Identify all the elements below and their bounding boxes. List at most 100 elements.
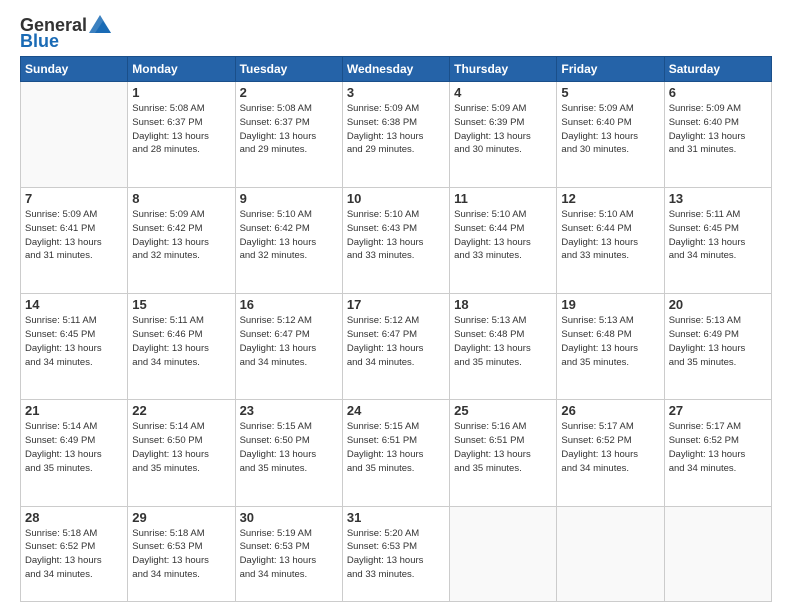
- day-number: 29: [132, 510, 230, 525]
- calendar-week-row: 28 Sunrise: 5:18 AM Sunset: 6:52 PM Dayli…: [21, 506, 772, 601]
- calendar-cell: 20 Sunrise: 5:13 AM Sunset: 6:49 PM Dayli…: [664, 294, 771, 400]
- day-info: Sunrise: 5:15 AM Sunset: 6:50 PM Dayligh…: [240, 420, 338, 475]
- day-info: Sunrise: 5:10 AM Sunset: 6:44 PM Dayligh…: [561, 208, 659, 263]
- calendar-cell: 27 Sunrise: 5:17 AM Sunset: 6:52 PM Dayli…: [664, 400, 771, 506]
- calendar-cell: 21 Sunrise: 5:14 AM Sunset: 6:49 PM Dayli…: [21, 400, 128, 506]
- day-number: 16: [240, 297, 338, 312]
- logo-icon: [89, 15, 111, 33]
- day-info: Sunrise: 5:09 AM Sunset: 6:42 PM Dayligh…: [132, 208, 230, 263]
- day-number: 12: [561, 191, 659, 206]
- day-info: Sunrise: 5:11 AM Sunset: 6:45 PM Dayligh…: [669, 208, 767, 263]
- day-number: 7: [25, 191, 123, 206]
- day-number: 15: [132, 297, 230, 312]
- day-info: Sunrise: 5:18 AM Sunset: 6:52 PM Dayligh…: [25, 527, 123, 582]
- day-info: Sunrise: 5:14 AM Sunset: 6:49 PM Dayligh…: [25, 420, 123, 475]
- calendar-cell: 30Sunrise: 5:19 AM Sunset: 6:53 PM Dayli…: [235, 506, 342, 601]
- page: General Blue SundayMondayTuesdayWednesda…: [0, 0, 792, 612]
- calendar-cell: 28 Sunrise: 5:18 AM Sunset: 6:52 PM Dayli…: [21, 506, 128, 601]
- day-number: 17: [347, 297, 445, 312]
- calendar-cell: 15 Sunrise: 5:11 AM Sunset: 6:46 PM Dayli…: [128, 294, 235, 400]
- day-number: 18: [454, 297, 552, 312]
- day-number: 23: [240, 403, 338, 418]
- day-header-wednesday: Wednesday: [342, 57, 449, 82]
- calendar-cell: 22 Sunrise: 5:14 AM Sunset: 6:50 PM Dayli…: [128, 400, 235, 506]
- day-info: Sunrise: 5:10 AM Sunset: 6:42 PM Dayligh…: [240, 208, 338, 263]
- logo: General Blue: [20, 16, 111, 50]
- day-number: 30: [240, 510, 338, 525]
- calendar-table: SundayMondayTuesdayWednesdayThursdayFrid…: [20, 56, 772, 602]
- day-info: Sunrise: 5:14 AM Sunset: 6:50 PM Dayligh…: [132, 420, 230, 475]
- calendar-cell: 31 Sunrise: 5:20 AM Sunset: 6:53 PM Dayli…: [342, 506, 449, 601]
- calendar-cell: 4 Sunrise: 5:09 AM Sunset: 6:39 PM Daylig…: [450, 82, 557, 188]
- calendar-cell: 2Sunrise: 5:08 AM Sunset: 6:37 PM Daylig…: [235, 82, 342, 188]
- day-info: Sunrise: 5:11 AM Sunset: 6:46 PM Dayligh…: [132, 314, 230, 369]
- day-number: 5: [561, 85, 659, 100]
- calendar-cell: 18Sunrise: 5:13 AM Sunset: 6:48 PM Dayli…: [450, 294, 557, 400]
- calendar-cell: [450, 506, 557, 601]
- day-info: Sunrise: 5:08 AM Sunset: 6:37 PM Dayligh…: [240, 102, 338, 157]
- day-info: Sunrise: 5:09 AM Sunset: 6:41 PM Dayligh…: [25, 208, 123, 263]
- calendar-cell: 26Sunrise: 5:17 AM Sunset: 6:52 PM Dayli…: [557, 400, 664, 506]
- day-info: Sunrise: 5:09 AM Sunset: 6:38 PM Dayligh…: [347, 102, 445, 157]
- calendar-cell: 25 Sunrise: 5:16 AM Sunset: 6:51 PM Dayli…: [450, 400, 557, 506]
- calendar-cell: 17Sunrise: 5:12 AM Sunset: 6:47 PM Dayli…: [342, 294, 449, 400]
- calendar-week-row: 7 Sunrise: 5:09 AM Sunset: 6:41 PM Daylig…: [21, 188, 772, 294]
- calendar-cell: 29 Sunrise: 5:18 AM Sunset: 6:53 PM Dayli…: [128, 506, 235, 601]
- calendar-cell: 12 Sunrise: 5:10 AM Sunset: 6:44 PM Dayli…: [557, 188, 664, 294]
- day-number: 31: [347, 510, 445, 525]
- logo-blue-text: Blue: [20, 32, 59, 50]
- calendar-cell: 24Sunrise: 5:15 AM Sunset: 6:51 PM Dayli…: [342, 400, 449, 506]
- calendar-cell: 11 Sunrise: 5:10 AM Sunset: 6:44 PM Dayli…: [450, 188, 557, 294]
- calendar-cell: 10 Sunrise: 5:10 AM Sunset: 6:43 PM Dayli…: [342, 188, 449, 294]
- calendar-cell: 19Sunrise: 5:13 AM Sunset: 6:48 PM Dayli…: [557, 294, 664, 400]
- day-header-saturday: Saturday: [664, 57, 771, 82]
- calendar-cell: [664, 506, 771, 601]
- day-number: 19: [561, 297, 659, 312]
- day-number: 22: [132, 403, 230, 418]
- day-number: 4: [454, 85, 552, 100]
- day-number: 25: [454, 403, 552, 418]
- day-info: Sunrise: 5:11 AM Sunset: 6:45 PM Dayligh…: [25, 314, 123, 369]
- day-number: 10: [347, 191, 445, 206]
- calendar-cell: [557, 506, 664, 601]
- header: General Blue: [20, 16, 772, 50]
- calendar-cell: 13Sunrise: 5:11 AM Sunset: 6:45 PM Dayli…: [664, 188, 771, 294]
- day-number: 20: [669, 297, 767, 312]
- day-info: Sunrise: 5:08 AM Sunset: 6:37 PM Dayligh…: [132, 102, 230, 157]
- day-info: Sunrise: 5:16 AM Sunset: 6:51 PM Dayligh…: [454, 420, 552, 475]
- day-info: Sunrise: 5:18 AM Sunset: 6:53 PM Dayligh…: [132, 527, 230, 582]
- calendar-week-row: 1Sunrise: 5:08 AM Sunset: 6:37 PM Daylig…: [21, 82, 772, 188]
- day-info: Sunrise: 5:10 AM Sunset: 6:43 PM Dayligh…: [347, 208, 445, 263]
- day-number: 27: [669, 403, 767, 418]
- day-info: Sunrise: 5:09 AM Sunset: 6:39 PM Dayligh…: [454, 102, 552, 157]
- day-info: Sunrise: 5:20 AM Sunset: 6:53 PM Dayligh…: [347, 527, 445, 582]
- calendar-cell: 1Sunrise: 5:08 AM Sunset: 6:37 PM Daylig…: [128, 82, 235, 188]
- calendar-cell: 9 Sunrise: 5:10 AM Sunset: 6:42 PM Daylig…: [235, 188, 342, 294]
- calendar-cell: 23 Sunrise: 5:15 AM Sunset: 6:50 PM Dayli…: [235, 400, 342, 506]
- day-number: 28: [25, 510, 123, 525]
- day-number: 11: [454, 191, 552, 206]
- calendar-cell: 5 Sunrise: 5:09 AM Sunset: 6:40 PM Daylig…: [557, 82, 664, 188]
- calendar-week-row: 14 Sunrise: 5:11 AM Sunset: 6:45 PM Dayli…: [21, 294, 772, 400]
- day-info: Sunrise: 5:13 AM Sunset: 6:49 PM Dayligh…: [669, 314, 767, 369]
- day-info: Sunrise: 5:15 AM Sunset: 6:51 PM Dayligh…: [347, 420, 445, 475]
- calendar-header-row: SundayMondayTuesdayWednesdayThursdayFrid…: [21, 57, 772, 82]
- calendar-cell: 14 Sunrise: 5:11 AM Sunset: 6:45 PM Dayli…: [21, 294, 128, 400]
- day-info: Sunrise: 5:09 AM Sunset: 6:40 PM Dayligh…: [561, 102, 659, 157]
- day-number: 14: [25, 297, 123, 312]
- day-number: 8: [132, 191, 230, 206]
- day-info: Sunrise: 5:10 AM Sunset: 6:44 PM Dayligh…: [454, 208, 552, 263]
- day-info: Sunrise: 5:17 AM Sunset: 6:52 PM Dayligh…: [669, 420, 767, 475]
- calendar-cell: 8 Sunrise: 5:09 AM Sunset: 6:42 PM Daylig…: [128, 188, 235, 294]
- day-header-tuesday: Tuesday: [235, 57, 342, 82]
- calendar-week-row: 21 Sunrise: 5:14 AM Sunset: 6:49 PM Dayli…: [21, 400, 772, 506]
- day-number: 3: [347, 85, 445, 100]
- day-number: 21: [25, 403, 123, 418]
- day-info: Sunrise: 5:17 AM Sunset: 6:52 PM Dayligh…: [561, 420, 659, 475]
- day-header-friday: Friday: [557, 57, 664, 82]
- calendar-cell: [21, 82, 128, 188]
- day-header-thursday: Thursday: [450, 57, 557, 82]
- day-number: 9: [240, 191, 338, 206]
- day-info: Sunrise: 5:12 AM Sunset: 6:47 PM Dayligh…: [240, 314, 338, 369]
- calendar-cell: 6Sunrise: 5:09 AM Sunset: 6:40 PM Daylig…: [664, 82, 771, 188]
